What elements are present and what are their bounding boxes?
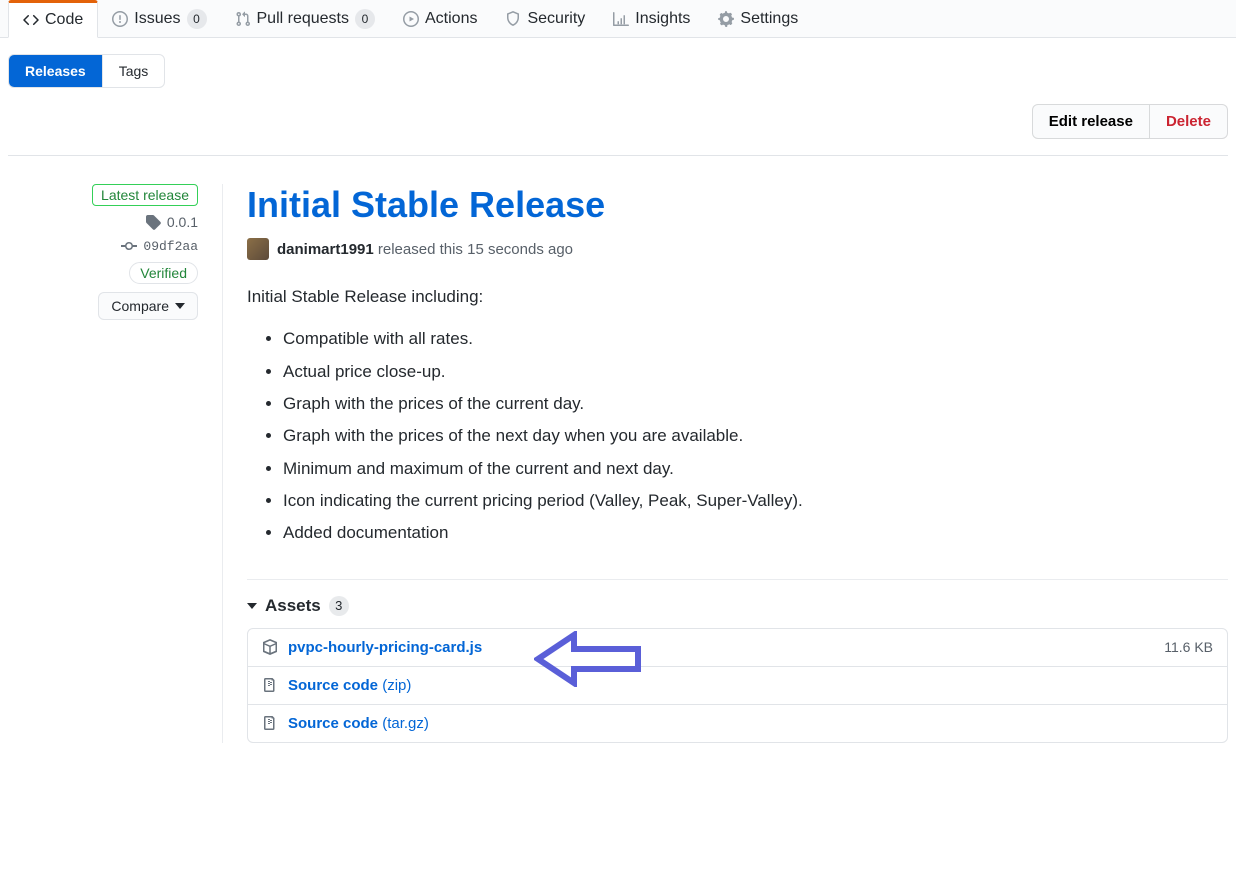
asset-name: Source code (tar.gz) [288,715,429,732]
commit-icon [121,238,137,254]
tab-settings-label: Settings [740,10,798,28]
tab-insights-label: Insights [635,10,690,28]
assets-list: pvpc-hourly-pricing-card.js 11.6 KB Sourc… [247,628,1228,743]
triangle-down-icon [247,603,257,609]
subnav-tags[interactable]: Tags [103,55,165,87]
latest-release-badge: Latest release [92,184,198,206]
subnav: Releases Tags [8,54,165,88]
list-item: Compatible with all rates. [283,326,1228,352]
issues-count: 0 [187,9,207,29]
list-item: Added documentation [283,520,1228,546]
gear-icon [718,11,734,27]
pulls-count: 0 [355,9,375,29]
tab-settings[interactable]: Settings [704,2,812,36]
tab-pulls[interactable]: Pull requests 0 [221,1,390,37]
assets-toggle[interactable]: Assets 3 [247,579,1228,616]
tab-issues[interactable]: Issues 0 [98,1,220,37]
edit-release-button[interactable]: Edit release [1032,104,1150,139]
delete-release-button[interactable]: Delete [1150,104,1228,139]
tab-actions[interactable]: Actions [389,2,491,36]
avatar[interactable] [247,238,269,260]
file-zip-icon [262,677,278,693]
code-icon [23,12,39,28]
commit-sha: 09df2aa [143,239,198,254]
assets-count: 3 [329,596,349,616]
shield-icon [505,11,521,27]
release-author[interactable]: danimart1991 [277,241,374,258]
tab-code-label: Code [45,11,83,29]
tab-security-label: Security [527,10,585,28]
list-item: Graph with the prices of the current day… [283,391,1228,417]
release-bullets: Compatible with all rates. Actual price c… [283,326,1228,546]
release-description: Initial Stable Release including: Compat… [247,284,1228,547]
git-pull-request-icon [235,11,251,27]
release-desc-intro: Initial Stable Release including: [247,284,1228,310]
list-item: Graph with the prices of the next day wh… [283,423,1228,449]
list-item: Minimum and maximum of the current and n… [283,456,1228,482]
issue-icon [112,11,128,27]
asset-name: Source code (zip) [288,677,411,694]
package-icon [262,639,278,655]
graph-icon [613,11,629,27]
tab-code[interactable]: Code [8,0,98,38]
release-sidebar: Latest release 0.0.1 09df2aa Verified Co… [8,184,223,743]
asset-name: pvpc-hourly-pricing-card.js [288,639,482,656]
tab-actions-label: Actions [425,10,477,28]
triangle-down-icon [175,303,185,309]
release-tag[interactable]: 0.0.1 [145,214,198,230]
list-item: Icon indicating the current pricing peri… [283,488,1228,514]
release-content: Initial Stable Release danimart1991 rele… [223,184,1228,743]
release-version: 0.0.1 [167,214,198,230]
tab-issues-label: Issues [134,10,180,28]
assets-label: Assets [265,596,321,616]
release-meta: danimart1991 released this 15 seconds ag… [247,238,1228,260]
play-icon [403,11,419,27]
subnav-releases[interactable]: Releases [9,55,103,87]
list-item: Actual price close-up. [283,359,1228,385]
file-zip-icon [262,715,278,731]
repo-nav: Code Issues 0 Pull requests 0 Actions Se… [0,0,1236,38]
tab-pulls-label: Pull requests [257,10,350,28]
release-commit[interactable]: 09df2aa [121,238,198,254]
asset-row[interactable]: Source code (zip) [248,667,1227,705]
verified-badge[interactable]: Verified [129,262,198,284]
tag-icon [145,214,161,230]
compare-label: Compare [111,298,169,314]
release-meta-text: released this 15 seconds ago [374,241,573,258]
asset-row[interactable]: Source code (tar.gz) [248,705,1227,742]
asset-row[interactable]: pvpc-hourly-pricing-card.js 11.6 KB [248,629,1227,667]
tab-security[interactable]: Security [491,2,599,36]
release-title[interactable]: Initial Stable Release [247,184,1228,226]
tab-insights[interactable]: Insights [599,2,704,36]
asset-size: 11.6 KB [1164,639,1213,655]
compare-button[interactable]: Compare [98,292,198,320]
